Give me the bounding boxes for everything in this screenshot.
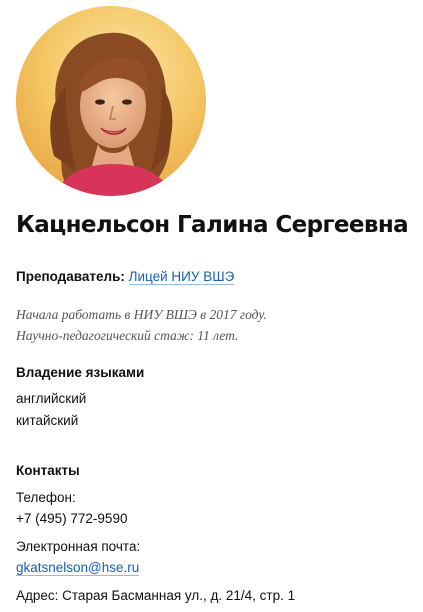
contacts-heading: Контакты — [16, 463, 80, 478]
phone-number: +7 (495) 772-9590 — [16, 511, 128, 526]
profile-photo-image — [16, 6, 206, 196]
phone-label: Телефон: — [16, 490, 76, 505]
email-link[interactable]: gkatsnelson@hse.ru — [16, 560, 140, 576]
avatar — [16, 6, 206, 196]
profile-page: Кацнельсон Галина Сергеевна Преподавател… — [0, 0, 423, 612]
employment-start-text: Начала работать в НИУ ВШЭ в 2017 году. — [16, 307, 267, 322]
experience-text: Научно-педагогический стаж: 11 лет. — [16, 328, 239, 343]
person-name: Кацнельсон Галина Сергеевна — [16, 212, 409, 238]
address-text: Адрес: Старая Басманная ул., д. 21/4, ст… — [16, 588, 296, 603]
role-label: Преподаватель: — [16, 269, 125, 284]
languages-heading: Владение языками — [16, 365, 145, 380]
role-line: Преподаватель: Лицей НИУ ВШЭ — [16, 269, 235, 285]
email-line: gkatsnelson@hse.ru — [16, 560, 140, 576]
organization-link[interactable]: Лицей НИУ ВШЭ — [128, 269, 235, 285]
email-label: Электронная почта: — [16, 539, 141, 554]
language-item: английский — [16, 391, 87, 406]
language-item: китайский — [16, 413, 79, 428]
